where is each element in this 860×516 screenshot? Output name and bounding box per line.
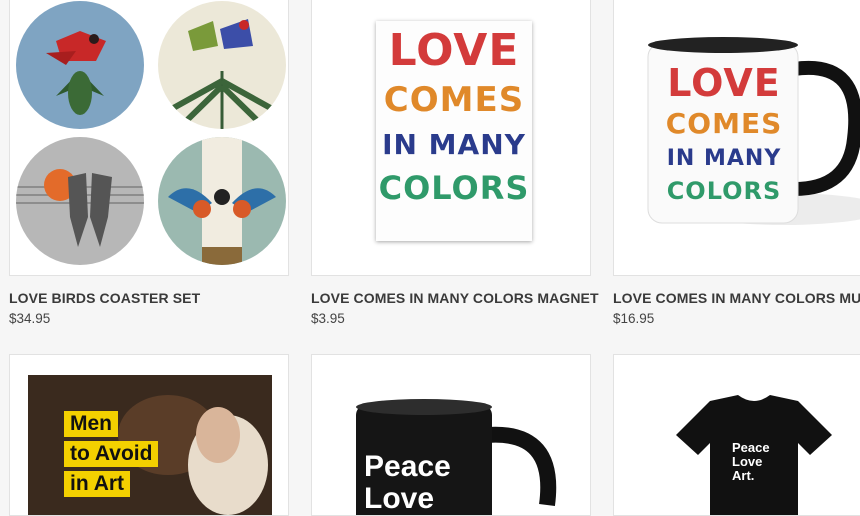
product-card-book[interactable]: Men to Avoid in Art bbox=[9, 354, 289, 516]
product-card-mug[interactable]: LOVE COMES IN MANY COLORS LOVE COMES IN … bbox=[613, 0, 860, 326]
mug-text: LOVE COMES IN MANY COLORS bbox=[654, 61, 794, 205]
black-mug-text: Peace Love bbox=[364, 451, 451, 515]
black-mug-line-2: Love bbox=[364, 482, 435, 515]
product-title[interactable]: LOVE COMES IN MANY COLORS MAGNET bbox=[311, 290, 599, 306]
tshirt-line-2: Love bbox=[732, 454, 763, 469]
product-image-black-mug[interactable]: Peace Love bbox=[311, 354, 591, 516]
tshirt-line-3: Art. bbox=[732, 468, 755, 483]
product-price: $34.95 bbox=[9, 311, 51, 326]
product-title[interactable]: LOVE BIRDS COASTER SET bbox=[9, 290, 289, 306]
black-mug-line-1: Peace bbox=[364, 450, 451, 483]
book-title-line-3: in Art bbox=[64, 471, 131, 497]
coaster-birdhouse-image bbox=[158, 137, 286, 265]
product-image-book[interactable]: Men to Avoid in Art bbox=[9, 354, 289, 516]
magnet-line-1: LOVE bbox=[388, 25, 520, 76]
book-title-line-1: Men bbox=[64, 411, 118, 437]
magnet-line-3: IN MANY bbox=[382, 128, 526, 161]
mug-line-1: LOVE bbox=[667, 61, 781, 105]
book-title-line-2: to Avoid bbox=[64, 441, 159, 467]
product-image-tshirt[interactable]: Peace Love Art. bbox=[613, 354, 860, 516]
tshirt-text: Peace Love Art. bbox=[732, 441, 770, 483]
product-image-coasters[interactable] bbox=[9, 0, 289, 276]
magnet-image: LOVE COMES IN MANY COLORS bbox=[376, 21, 532, 241]
coaster-cardinal-image bbox=[16, 1, 144, 129]
coaster-lovebirds-wire-image bbox=[16, 137, 144, 265]
magnet-line-4: COLORS bbox=[378, 169, 530, 207]
mug-line-4: COLORS bbox=[666, 177, 782, 205]
mug-line-2: COMES bbox=[665, 107, 783, 140]
magnet-line-2: COMES bbox=[383, 80, 525, 120]
book-cover-image: Men to Avoid in Art bbox=[28, 375, 272, 515]
mug-line-3: IN MANY bbox=[666, 146, 782, 171]
product-image-mug[interactable]: LOVE COMES IN MANY COLORS bbox=[613, 0, 860, 276]
product-title[interactable]: LOVE COMES IN MANY COLORS MUG bbox=[613, 290, 860, 306]
product-card-black-mug[interactable]: Peace Love bbox=[311, 354, 591, 516]
product-card-tshirt[interactable]: Peace Love Art. bbox=[613, 354, 860, 516]
tshirt-line-1: Peace bbox=[732, 440, 770, 455]
product-card-coasters[interactable]: LOVE BIRDS COASTER SET $34.95 bbox=[9, 0, 289, 326]
product-card-magnet[interactable]: LOVE COMES IN MANY COLORS LOVE COMES IN … bbox=[311, 0, 599, 326]
tshirt-image bbox=[676, 395, 832, 515]
product-image-magnet[interactable]: LOVE COMES IN MANY COLORS bbox=[311, 0, 591, 276]
black-mug-image bbox=[356, 399, 557, 515]
product-price: $3.95 bbox=[311, 311, 345, 326]
product-price: $16.95 bbox=[613, 311, 655, 326]
coaster-bunting-image bbox=[158, 1, 286, 129]
